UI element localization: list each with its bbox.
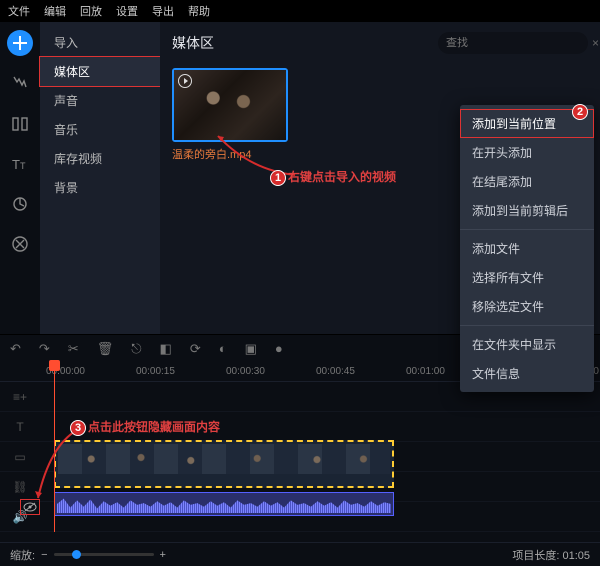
audio-clip[interactable] [54, 492, 394, 516]
filters-icon[interactable] [8, 72, 32, 96]
menu-settings[interactable]: 设置 [116, 3, 138, 19]
svg-text:T: T [20, 161, 26, 171]
zoom-out-icon[interactable]: − [41, 549, 47, 561]
ctx-add-after-clip[interactable]: 添加到当前剪辑后 [460, 196, 594, 225]
zoom-label: 缩放: [10, 547, 35, 563]
project-length: 项目长度: 01:05 [512, 547, 590, 563]
sidebar-item-background[interactable]: 背景 [40, 173, 160, 202]
menu-export[interactable]: 导出 [152, 3, 174, 19]
play-icon [178, 74, 192, 88]
annotation-arrow-3 [32, 426, 82, 504]
sidebar-item-stock[interactable]: 库存视频 [40, 144, 160, 173]
status-bar: 缩放: − + 项目长度: 01:05 [0, 542, 600, 566]
split-icon[interactable]: ⎋ [131, 341, 141, 357]
cut-icon[interactable]: ✂ [68, 341, 79, 357]
zoom-slider[interactable] [54, 553, 154, 556]
menu-help[interactable]: 帮助 [188, 3, 210, 19]
titles-icon[interactable]: TT [8, 152, 32, 176]
undo-icon[interactable]: ↶ [10, 341, 21, 357]
add-media-icon[interactable] [7, 30, 33, 56]
ctx-add-start[interactable]: 在开头添加 [460, 138, 594, 167]
ctx-add-file[interactable]: 添加文件 [460, 234, 594, 263]
annotation-badge-2: 2 [572, 104, 588, 120]
ctx-show-folder[interactable]: 在文件夹中显示 [460, 330, 594, 359]
context-menu: 添加到当前位置 在开头添加 在结尾添加 添加到当前剪辑后 添加文件 选择所有文件… [460, 105, 594, 392]
snapshot-icon[interactable]: ▣ [245, 341, 257, 357]
video-clip[interactable] [54, 440, 394, 488]
tick: 00:00:30 [226, 366, 265, 377]
search-box[interactable]: × [438, 32, 588, 54]
clear-search-icon[interactable]: × [592, 36, 599, 50]
svg-text:T: T [12, 157, 20, 172]
search-input[interactable] [446, 37, 588, 49]
tick: 00:01:00 [406, 366, 445, 377]
annotation-badge-3: 3 [70, 420, 86, 436]
media-sidebar: 导入 媒体区 声音 音乐 库存视频 背景 [40, 22, 160, 334]
annotation-3: 3点击此按钮隐藏画面内容 [70, 418, 220, 436]
zoom-control[interactable]: 缩放: − + [10, 547, 166, 563]
tick: 00:00:15 [136, 366, 175, 377]
rotate-icon[interactable]: ⟳ [190, 341, 201, 357]
sidebar-item-import[interactable]: 导入 [40, 28, 160, 57]
annotation-1: 1右键点击导入的视频 [270, 168, 396, 186]
media-zone-title: 媒体区 [172, 33, 214, 53]
record-icon[interactable]: ● [275, 341, 283, 356]
media-zone: 媒体区 × 温柔的旁白.mp4 添加到当前位置 在开头添加 在结尾添加 添加到当… [160, 22, 600, 334]
redo-icon[interactable]: ↷ [39, 341, 50, 357]
annotation-2: 2 [572, 104, 590, 120]
transitions-icon[interactable] [8, 112, 32, 136]
tick: 00:00:45 [316, 366, 355, 377]
ctx-add-end[interactable]: 在结尾添加 [460, 167, 594, 196]
sidebar-item-sound[interactable]: 声音 [40, 86, 160, 115]
sidebar-item-music[interactable]: 音乐 [40, 115, 160, 144]
ctx-select-all[interactable]: 选择所有文件 [460, 263, 594, 292]
crop-icon[interactable]: ◧ [160, 341, 172, 357]
menu-replay[interactable]: 回放 [80, 3, 102, 19]
zoom-in-icon[interactable]: + [160, 549, 166, 561]
more-tools-icon[interactable] [8, 232, 32, 256]
ctx-file-info[interactable]: 文件信息 [460, 359, 594, 388]
annotation-badge-1: 1 [270, 170, 286, 186]
sidebar-item-media[interactable]: 媒体区 [40, 57, 160, 86]
tool-column: TT [0, 22, 40, 334]
add-track-icon[interactable]: ≡+ [0, 382, 40, 411]
menu-file[interactable]: 文件 [8, 3, 30, 19]
menu-edit[interactable]: 编辑 [44, 3, 66, 19]
ctx-remove-sel[interactable]: 移除选定文件 [460, 292, 594, 321]
delete-icon[interactable]: 🗑 [97, 341, 114, 357]
stickers-icon[interactable] [8, 192, 32, 216]
color-icon[interactable]: ◐ [219, 341, 227, 356]
menubar: 文件 编辑 回放 设置 导出 帮助 [0, 0, 600, 22]
